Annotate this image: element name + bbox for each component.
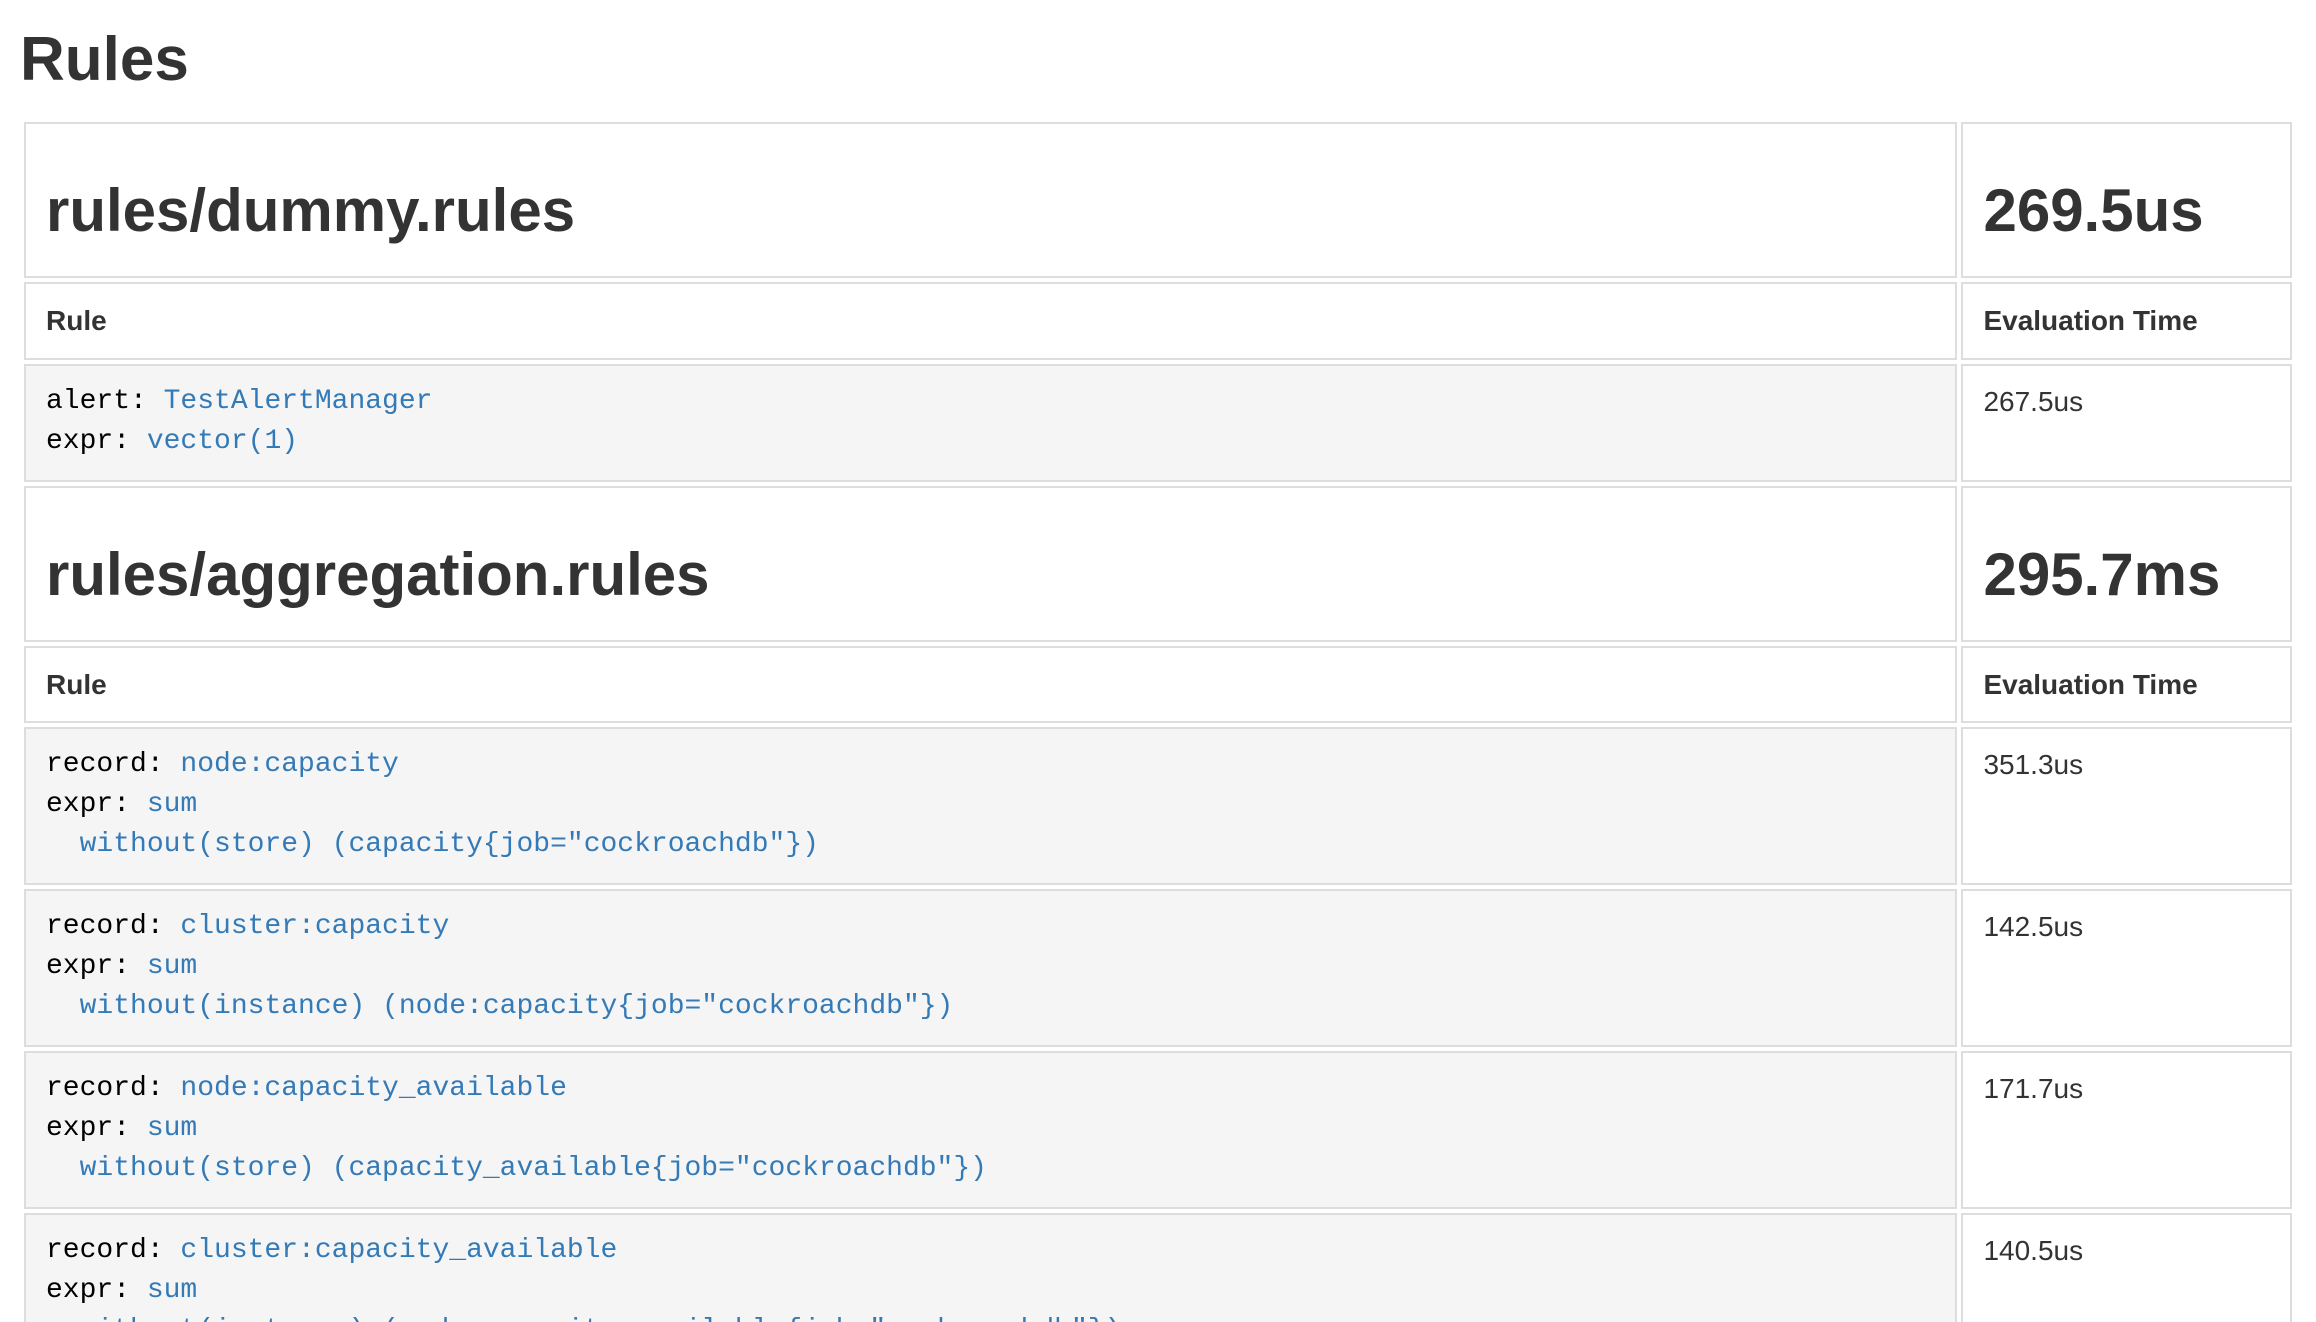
rule-definition: record: node:capacity_available expr: su… [46, 1069, 1935, 1189]
rule-code-key: expr: [46, 1275, 147, 1306]
rule-group-eval-total: 295.7ms [1983, 542, 2270, 608]
rule-row: record: cluster:capacity expr: sum witho… [24, 889, 2292, 1047]
rule-group-name-cell: rules/dummy.rules [24, 122, 1957, 278]
rule-code-link[interactable]: without(store) (capacity_available{job="… [80, 1153, 987, 1184]
rules-table-body: rules/dummy.rules269.5usRuleEvaluation T… [24, 122, 2292, 1322]
column-header-rule: Rule [24, 646, 1957, 724]
page-title: Rules [20, 26, 2296, 94]
rule-code-key [46, 829, 80, 860]
rule-code-key [46, 1153, 80, 1184]
rule-code-link[interactable]: without(store) (capacity{job="cockroachd… [80, 829, 819, 860]
rule-group-row: rules/dummy.rules 269.5us [24, 122, 2292, 278]
rule-code-link[interactable]: without(instance) (node:capacity_availab… [80, 1315, 1122, 1322]
column-header-row: RuleEvaluation Time [24, 646, 2292, 724]
rule-code-link[interactable]: vector(1) [147, 426, 298, 457]
rule-group-name-cell: rules/aggregation.rules [24, 486, 1957, 642]
rule-definition-cell: alert: TestAlertManager expr: vector(1) [24, 364, 1957, 482]
rule-eval-time: 140.5us [1961, 1213, 2292, 1322]
rule-code-link[interactable]: without(instance) (node:capacity{job="co… [80, 991, 954, 1022]
rule-definition: record: node:capacity expr: sum without(… [46, 745, 1935, 865]
column-header-row: RuleEvaluation Time [24, 282, 2292, 360]
column-header-rule: Rule [24, 282, 1957, 360]
rule-row: record: node:capacity expr: sum without(… [24, 727, 2292, 885]
rule-code-key: record: [46, 911, 180, 942]
rule-code-key: record: [46, 1235, 180, 1266]
column-header-eval-time: Evaluation Time [1961, 282, 2292, 360]
rule-group-eval-total: 269.5us [1983, 178, 2270, 244]
rule-code-link[interactable]: cluster:capacity [180, 911, 449, 942]
rule-code-link[interactable]: TestAlertManager [164, 386, 433, 417]
rule-definition-cell: record: cluster:capacity_available expr:… [24, 1213, 1957, 1322]
rule-code-link[interactable]: node:capacity [180, 749, 398, 780]
rule-eval-time: 171.7us [1961, 1051, 2292, 1209]
rule-definition: record: cluster:capacity expr: sum witho… [46, 907, 1935, 1027]
rule-group-file: rules/aggregation.rules [46, 542, 1935, 608]
rule-code-link[interactable]: sum [147, 1275, 197, 1306]
rule-code-key: record: [46, 1073, 180, 1104]
rule-code-link[interactable]: sum [147, 789, 197, 820]
rule-code-key: alert: [46, 386, 164, 417]
rule-group-row: rules/aggregation.rules 295.7ms [24, 486, 2292, 642]
rule-code-link[interactable]: cluster:capacity_available [180, 1235, 617, 1266]
rule-definition-cell: record: node:capacity expr: sum without(… [24, 727, 1957, 885]
rule-code-key: expr: [46, 789, 147, 820]
column-header-eval-time: Evaluation Time [1961, 646, 2292, 724]
rule-definition-cell: record: cluster:capacity expr: sum witho… [24, 889, 1957, 1047]
rule-row: record: cluster:capacity_available expr:… [24, 1213, 2292, 1322]
rule-row: alert: TestAlertManager expr: vector(1) 2… [24, 364, 2292, 482]
rule-definition: record: cluster:capacity_available expr:… [46, 1231, 1935, 1322]
rule-row: record: node:capacity_available expr: su… [24, 1051, 2292, 1209]
rule-code-link[interactable]: node:capacity_available [180, 1073, 566, 1104]
rule-code-link[interactable]: sum [147, 1113, 197, 1144]
rule-code-link[interactable]: sum [147, 951, 197, 982]
rule-code-key: expr: [46, 1113, 147, 1144]
rule-code-key [46, 1315, 80, 1322]
rule-code-key [46, 991, 80, 1022]
rule-definition: alert: TestAlertManager expr: vector(1) [46, 382, 1935, 462]
rule-definition-cell: record: node:capacity_available expr: su… [24, 1051, 1957, 1209]
rules-table: rules/dummy.rules269.5usRuleEvaluation T… [20, 118, 2296, 1322]
rule-code-key: expr: [46, 426, 147, 457]
rule-code-key: expr: [46, 951, 147, 982]
rule-group-eval-total-cell: 295.7ms [1961, 486, 2292, 642]
rule-eval-time: 267.5us [1961, 364, 2292, 482]
rule-group-eval-total-cell: 269.5us [1961, 122, 2292, 278]
rule-eval-time: 351.3us [1961, 727, 2292, 885]
rule-eval-time: 142.5us [1961, 889, 2292, 1047]
rule-group-file: rules/dummy.rules [46, 178, 1935, 244]
rule-code-key: record: [46, 749, 180, 780]
